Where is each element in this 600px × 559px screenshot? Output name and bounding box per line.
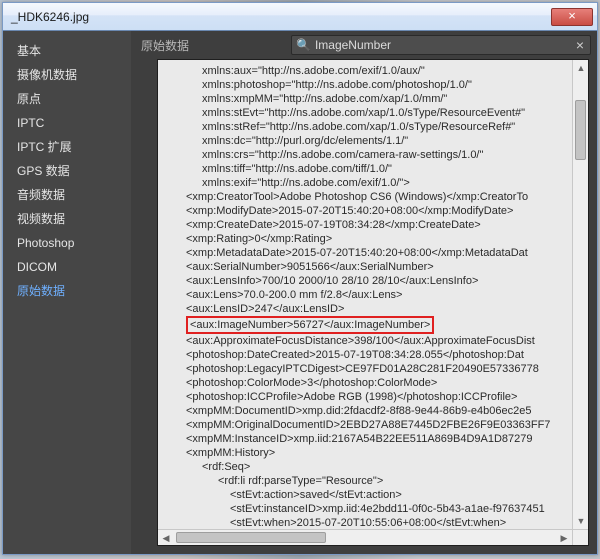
xml-line: <photoshop:LegacyIPTCDigest>CE97FD01A28C…	[166, 362, 568, 376]
sidebar-item-label: Photoshop	[17, 236, 74, 250]
xml-line: <rdf:Seq>	[166, 460, 568, 474]
xml-line: xmlns:stRef="http://ns.adobe.com/xap/1.0…	[166, 120, 568, 134]
xml-line: xmlns:tiff="http://ns.adobe.com/tiff/1.0…	[166, 162, 568, 176]
search-input[interactable]	[315, 38, 574, 52]
sidebar-item-label: GPS 数据	[17, 164, 70, 178]
sidebar-item-basic[interactable]: 基本	[3, 39, 131, 63]
sidebar-item-label: IPTC 扩展	[17, 140, 72, 154]
sidebar-item-origin[interactable]: 原点	[3, 87, 131, 111]
sidebar-item-dicom[interactable]: DICOM	[3, 255, 131, 279]
search-icon: 🔍	[296, 38, 311, 52]
xml-line: <xmpMM:History>	[166, 446, 568, 460]
xml-line: <photoshop:DateCreated>2015-07-19T08:34:…	[166, 348, 568, 362]
vertical-scroll-thumb[interactable]	[575, 100, 586, 160]
xml-line: <xmp:MetadataDate>2015-07-20T15:40:20+08…	[166, 246, 568, 260]
sidebar-item-label: IPTC	[17, 116, 44, 130]
xml-line: <xmp:Rating>0</xmp:Rating>	[166, 232, 568, 246]
xml-line: <rdf:li rdf:parseType="Resource">	[166, 474, 568, 488]
xml-line: <aux:Lens>70.0-200.0 mm f/2.8</aux:Lens>	[166, 288, 568, 302]
window-close-button[interactable]: ×	[551, 8, 593, 26]
xml-line: <aux:ApproximateFocusDistance>398/100</a…	[166, 334, 568, 348]
xml-line: <xmpMM:InstanceID>xmp.iid:2167A54B22EE51…	[166, 432, 568, 446]
xml-line-highlighted: <aux:ImageNumber>56727</aux:ImageNumber>	[166, 316, 568, 334]
xml-line: xmlns:xmpMM="http://ns.adobe.com/xap/1.0…	[166, 92, 568, 106]
metadata-window: _HDK6246.jpg × 基本 摄像机数据 原点 IPTC IPTC 扩展 …	[2, 2, 598, 555]
vertical-scrollbar[interactable]: ▲ ▼	[572, 60, 588, 529]
sidebar-item-label: 音频数据	[17, 188, 65, 202]
panel-heading: 原始数据	[141, 37, 189, 54]
sidebar-item-label: 摄像机数据	[17, 68, 77, 82]
xml-line: <xmpMM:OriginalDocumentID>2EBD27A88E7445…	[166, 418, 568, 432]
scroll-corner	[572, 529, 588, 545]
xml-line: <photoshop:ColorMode>3</photoshop:ColorM…	[166, 376, 568, 390]
scroll-up-arrow[interactable]: ▲	[573, 60, 589, 76]
titlebar[interactable]: _HDK6246.jpg ×	[3, 3, 597, 31]
horizontal-scrollbar[interactable]: ◀ ▶	[158, 529, 572, 545]
sidebar-item-gps[interactable]: GPS 数据	[3, 159, 131, 183]
sidebar-item-iptc[interactable]: IPTC	[3, 111, 131, 135]
scroll-down-arrow[interactable]: ▼	[573, 513, 589, 529]
sidebar-item-label: 视频数据	[17, 212, 65, 226]
sidebar: 基本 摄像机数据 原点 IPTC IPTC 扩展 GPS 数据 音频数据 视频数…	[3, 31, 131, 554]
xml-line: <aux:SerialNumber>9051566</aux:SerialNum…	[166, 260, 568, 274]
sidebar-item-audio[interactable]: 音频数据	[3, 183, 131, 207]
xml-line: <xmpMM:DocumentID>xmp.did:2fdacdf2-8f88-…	[166, 404, 568, 418]
xml-line: xmlns:aux="http://ns.adobe.com/exif/1.0/…	[166, 64, 568, 78]
xml-line: <stEvt:when>2015-07-20T10:55:06+08:00</s…	[166, 516, 568, 529]
xml-line: <aux:LensInfo>700/10 2000/10 28/10 28/10…	[166, 274, 568, 288]
xml-line: xmlns:exif="http://ns.adobe.com/exif/1.0…	[166, 176, 568, 190]
sidebar-item-label: DICOM	[17, 260, 57, 274]
content-area: 基本 摄像机数据 原点 IPTC IPTC 扩展 GPS 数据 音频数据 视频数…	[3, 31, 597, 554]
xml-content[interactable]: xmlns:aux="http://ns.adobe.com/exif/1.0/…	[158, 60, 572, 529]
xml-line: <xmp:CreatorTool>Adobe Photoshop CS6 (Wi…	[166, 190, 568, 204]
search-field-wrap[interactable]: 🔍 ×	[291, 35, 591, 55]
scroll-right-arrow[interactable]: ▶	[556, 530, 572, 546]
xml-line: <stEvt:instanceID>xmp.iid:4e2bdd11-0f0c-…	[166, 502, 568, 516]
horizontal-scroll-thumb[interactable]	[176, 532, 326, 543]
main-topbar: 原始数据 🔍 ×	[131, 31, 597, 59]
scroll-left-arrow[interactable]: ◀	[158, 530, 174, 546]
xml-line: <stEvt:action>saved</stEvt:action>	[166, 488, 568, 502]
xml-line: <aux:LensID>247</aux:LensID>	[166, 302, 568, 316]
sidebar-item-label: 原点	[17, 92, 41, 106]
xml-line: xmlns:dc="http://purl.org/dc/elements/1.…	[166, 134, 568, 148]
sidebar-item-camera-data[interactable]: 摄像机数据	[3, 63, 131, 87]
sidebar-item-label: 基本	[17, 44, 41, 58]
window-title: _HDK6246.jpg	[11, 10, 551, 24]
xml-line: <xmp:CreateDate>2015-07-19T08:34:28</xmp…	[166, 218, 568, 232]
xml-line: xmlns:crs="http://ns.adobe.com/camera-ra…	[166, 148, 568, 162]
search-clear-icon[interactable]: ×	[574, 37, 586, 53]
sidebar-item-video[interactable]: 视频数据	[3, 207, 131, 231]
xml-line: xmlns:stEvt="http://ns.adobe.com/xap/1.0…	[166, 106, 568, 120]
xml-line: <photoshop:ICCProfile>Adobe RGB (1998)</…	[166, 390, 568, 404]
xml-line: xmlns:photoshop="http://ns.adobe.com/pho…	[166, 78, 568, 92]
sidebar-item-photoshop[interactable]: Photoshop	[3, 231, 131, 255]
sidebar-item-raw-data[interactable]: 原始数据	[3, 279, 131, 303]
search-match-highlight: <aux:ImageNumber>56727</aux:ImageNumber>	[186, 316, 434, 334]
xml-panel: xmlns:aux="http://ns.adobe.com/exif/1.0/…	[157, 59, 589, 546]
main-panel: 原始数据 🔍 × xmlns:aux="http://ns.adobe.com/…	[131, 31, 597, 554]
sidebar-item-label: 原始数据	[17, 284, 65, 298]
sidebar-item-iptc-ext[interactable]: IPTC 扩展	[3, 135, 131, 159]
xml-line: <xmp:ModifyDate>2015-07-20T15:40:20+08:0…	[166, 204, 568, 218]
